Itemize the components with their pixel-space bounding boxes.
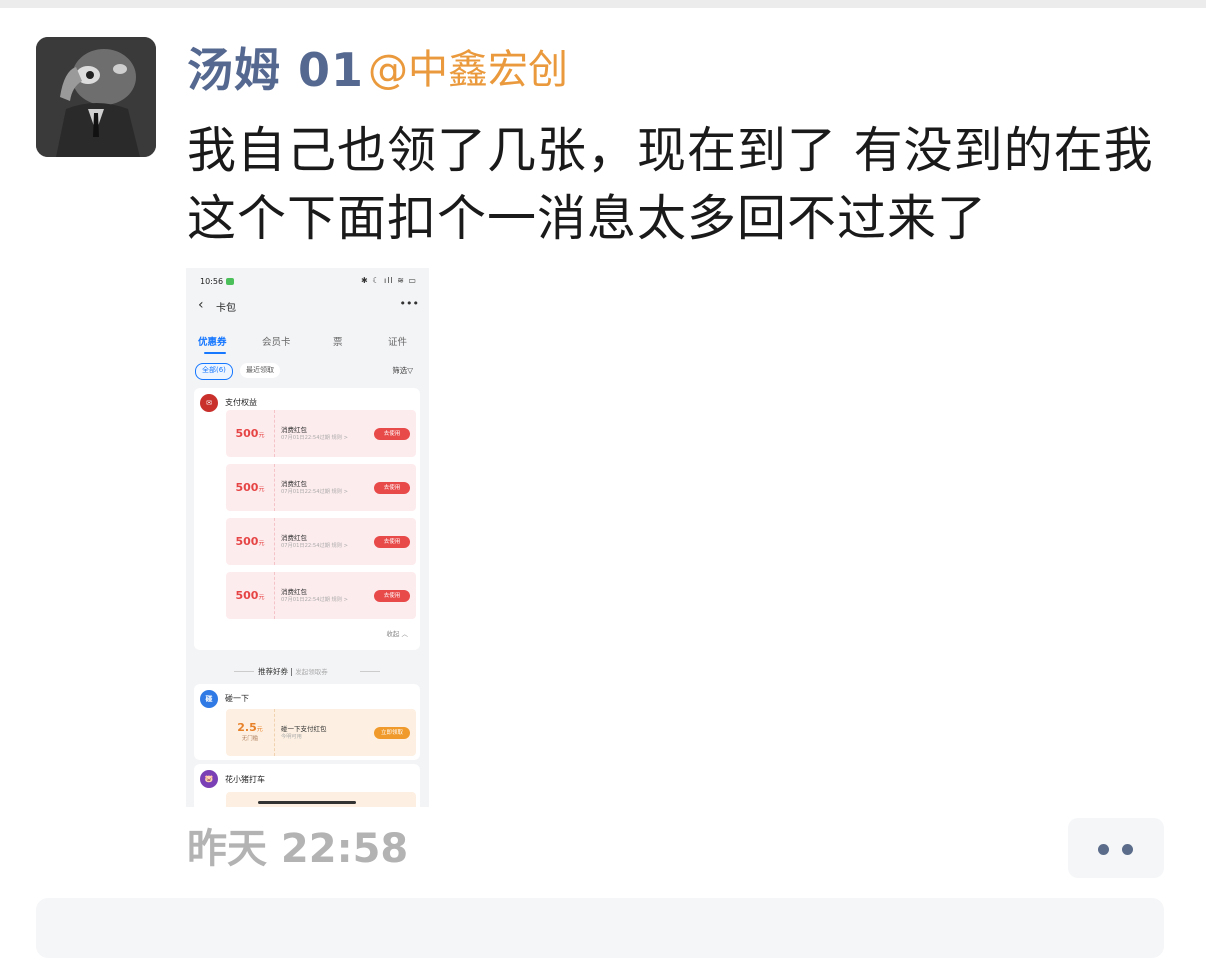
recommend-label: 推荐好券 | 发起领取券 — [258, 667, 328, 676]
coupon-card: 500元 消费红包 07月01日22:54过期 规则 > 去使用 — [226, 572, 416, 619]
coupon-name: 消费红包 — [281, 426, 307, 434]
coupon-card: 500元 消费红包 07月01日22:54过期 规则 > 去使用 — [226, 464, 416, 511]
back-icon: ‹ — [198, 297, 204, 313]
coupon-amount: 500元 — [226, 464, 275, 511]
coupon-name: 消费红包 — [281, 534, 307, 542]
group-title: 花小猪打车 — [225, 775, 265, 784]
divider-line — [234, 671, 254, 672]
tab-coupons: 优惠券 — [198, 337, 227, 348]
message-line: 我自己也领了几张，现在到了 有没到的在我 — [187, 122, 1154, 179]
coupon-group-card: 碰 碰一下 2.5元 无门槛 碰一下支付红包 今明可用 立即领取 — [194, 684, 420, 760]
nav-title: 卡包 — [216, 303, 236, 314]
coupon-amount: 2.5元 无门槛 — [226, 709, 275, 756]
pig-taxi-icon: 🐷 — [200, 770, 218, 788]
coupon-name: 消费红包 — [281, 480, 307, 488]
coupon-amount: 500元 — [226, 518, 275, 565]
status-icons: ✱ ☾ ıll ≋ ▭ — [361, 276, 417, 285]
coupon-expiry: 07月01日22:54过期 规则 > — [281, 597, 348, 603]
tap-pay-icon: 碰 — [200, 690, 218, 708]
post-time: 昨天 22:58 — [187, 826, 409, 872]
divider-line — [360, 671, 380, 672]
chip-all: 全部(6) — [195, 363, 233, 380]
coupon-expiry: 07月01日22:54过期 规则 > — [281, 543, 348, 549]
coupon-card: 500元 消费红包 07月01日22:54过期 规则 > 去使用 — [226, 518, 416, 565]
coupon-expiry: 07月01日22:54过期 规则 > — [281, 489, 348, 495]
coupon-name: 消费红包 — [281, 588, 307, 596]
use-coupon-button: 去使用 — [374, 482, 410, 494]
comment-area — [36, 898, 1164, 958]
chip-recent: 最近领取 — [240, 363, 280, 378]
use-coupon-button: 去使用 — [374, 536, 410, 548]
coupon-group-card: ✉ 支付权益 500元 消费红包 07月01日22:54过期 规则 > 去使用 … — [194, 388, 420, 650]
mention-link[interactable]: @中鑫宏创 — [368, 42, 568, 98]
filter-button: 筛选▽ — [392, 366, 413, 375]
top-divider — [0, 0, 1206, 8]
avatar-image — [36, 37, 156, 157]
use-coupon-button: 去使用 — [374, 428, 410, 440]
coupon-card: 2.5元 无门槛 碰一下支付红包 今明可用 立即领取 — [226, 709, 416, 756]
more-icon: ••• — [399, 297, 419, 310]
tab-membership: 会员卡 — [262, 337, 291, 348]
avatar[interactable] — [36, 37, 156, 157]
coupon-expiry: 07月01日22:54过期 规则 > — [281, 435, 348, 441]
message-line: 这个下面扣个一消息太多回不过来了 — [187, 190, 988, 247]
group-title: 支付权益 — [225, 398, 257, 407]
group-title: 碰一下 — [225, 694, 249, 703]
tab-documents: 证件 — [388, 337, 408, 348]
collapse-link: 收起 ︿ — [386, 630, 408, 638]
coupon-amount: 500元 — [226, 572, 275, 619]
tab-tickets: 票 — [333, 337, 343, 348]
status-time: 10:56 — [200, 277, 235, 286]
home-indicator — [258, 801, 356, 804]
message-text: 我自己也领了几张，现在到了 有没到的在我 这个下面扣个一消息太多回不过来了 — [187, 117, 1187, 253]
tab-indicator — [204, 352, 226, 354]
dot-icon — [1122, 844, 1133, 855]
attached-screenshot[interactable]: 10:56 ✱ ☾ ıll ≋ ▭ ‹ 卡包 ••• 优惠券 会员卡 票 证件 … — [186, 268, 429, 807]
claim-coupon-button: 立即领取 — [374, 727, 410, 739]
more-actions-button[interactable] — [1068, 818, 1164, 878]
coupon-card: 500元 消费红包 07月01日22:54过期 规则 > 去使用 — [226, 410, 416, 457]
author-name[interactable]: 汤姆 01 — [187, 40, 364, 100]
coupon-validity: 今明可用 — [281, 734, 302, 740]
use-coupon-button: 去使用 — [374, 590, 410, 602]
coupon-name: 碰一下支付红包 — [281, 725, 327, 733]
coupon-card — [226, 792, 416, 807]
dot-icon — [1098, 844, 1109, 855]
red-envelope-icon: ✉ — [200, 394, 218, 412]
coupon-amount: 500元 — [226, 410, 275, 457]
